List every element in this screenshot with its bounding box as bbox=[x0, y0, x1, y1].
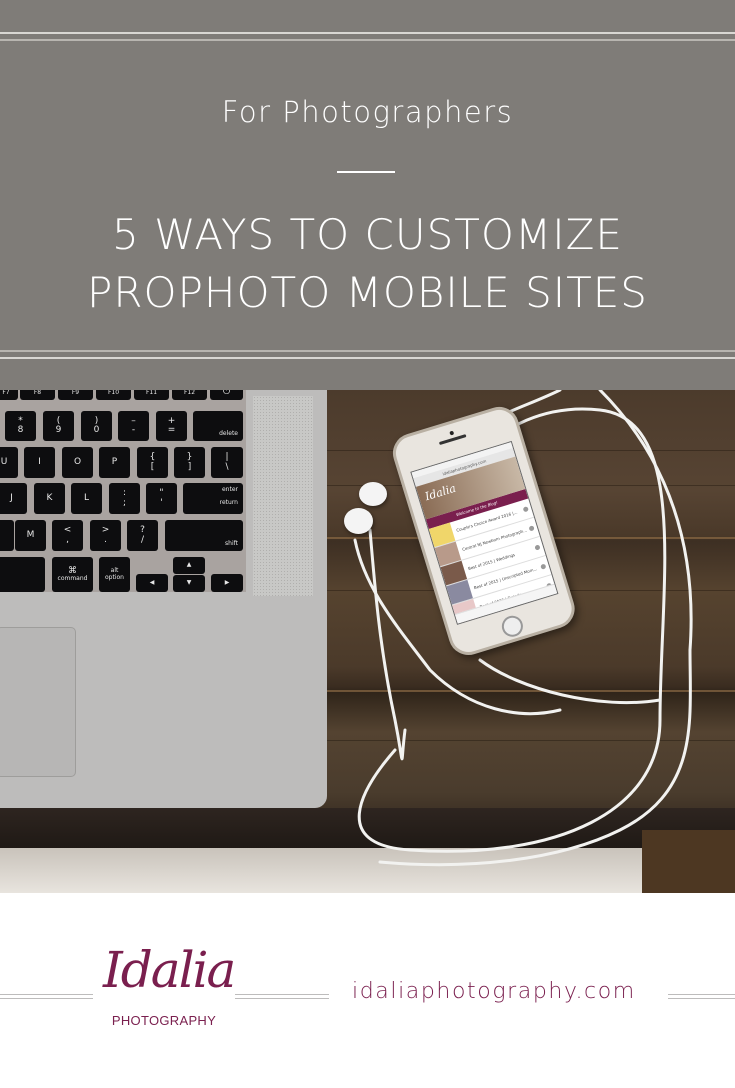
power-icon: ⏻ bbox=[210, 390, 243, 400]
key-space bbox=[0, 557, 45, 592]
arrow-left-key: ◀ bbox=[136, 574, 168, 592]
key-minus: – - bbox=[118, 411, 149, 441]
floor-shadow bbox=[642, 830, 735, 893]
key-equals: + = bbox=[156, 411, 187, 441]
chevron-icon bbox=[528, 525, 535, 532]
key-u: U bbox=[0, 447, 18, 478]
key-quote: " ' bbox=[146, 483, 177, 514]
phone-home-button bbox=[499, 613, 526, 640]
chevron-icon bbox=[540, 563, 547, 570]
footer-divider-line bbox=[0, 998, 93, 999]
key-backslash: | \ bbox=[211, 447, 243, 478]
chevron-icon bbox=[534, 544, 541, 551]
earbud bbox=[344, 508, 373, 534]
key-9: (9 bbox=[43, 411, 74, 441]
key-k: K bbox=[34, 483, 65, 514]
footer-divider-line bbox=[235, 994, 329, 995]
key-semicolon: :; bbox=[109, 483, 140, 514]
keyboard: F7 F8 F9 F10 F11 F12 ⏻ * 8 (9 ) 0 – - + = de… bbox=[0, 390, 246, 592]
hero-photo: F7 F8 F9 F10 F11 F12 ⏻ * 8 (9 ) 0 – - + = de… bbox=[0, 390, 735, 893]
key-f11: F11 bbox=[134, 390, 169, 400]
phone-screen: idaliaphotography.com Idalia Welcome to … bbox=[410, 440, 559, 625]
arrow-down-key: ▼ bbox=[173, 575, 205, 592]
key-f7: F7 bbox=[0, 390, 18, 400]
key-l: L bbox=[71, 483, 102, 514]
key-open-bracket: {[ bbox=[137, 447, 168, 478]
phone-logo: Idalia bbox=[423, 481, 458, 504]
key-option: alt option bbox=[99, 557, 130, 592]
key-f10: F10 bbox=[96, 390, 131, 400]
key-f12: F12 bbox=[172, 390, 207, 400]
key-command: ⌘ command bbox=[52, 557, 93, 592]
key-return: enter return bbox=[183, 483, 243, 514]
key-delete: delete bbox=[193, 411, 243, 441]
phone-speaker bbox=[438, 434, 467, 446]
header-banner: For Photographers 5 WAYS TO CUSTOMIZE PR… bbox=[0, 0, 735, 390]
key-period: >. bbox=[90, 520, 121, 551]
wood-grain bbox=[327, 740, 735, 741]
smartphone: idaliaphotography.com Idalia Welcome to … bbox=[383, 401, 580, 662]
key-close-bracket: }] bbox=[174, 447, 205, 478]
bottom-divider-line bbox=[0, 357, 735, 359]
bottom-divider-line bbox=[0, 350, 735, 352]
arrow-right-key: ▶ bbox=[211, 574, 243, 592]
arrow-up-key: ▲ bbox=[173, 557, 205, 574]
laptop: F7 F8 F9 F10 F11 F12 ⏻ * 8 (9 ) 0 – - + = de… bbox=[0, 390, 327, 808]
brand-logo[interactable]: Idalia bbox=[103, 945, 236, 995]
top-divider-line bbox=[0, 32, 735, 34]
key-o: O bbox=[62, 447, 93, 478]
footer-divider-line bbox=[0, 994, 93, 995]
phone-camera bbox=[449, 430, 455, 436]
key-0: ) 0 bbox=[81, 411, 112, 441]
kicker-text: For Photographers bbox=[221, 95, 514, 129]
key-f8: F8 bbox=[20, 390, 55, 400]
speaker-grille bbox=[253, 396, 313, 596]
phone-body: idaliaphotography.com Idalia Welcome to … bbox=[388, 401, 580, 660]
top-divider-line bbox=[0, 39, 735, 41]
key-slash: ? / bbox=[127, 520, 158, 551]
table-edge bbox=[0, 808, 735, 848]
footer-divider-line bbox=[235, 998, 329, 999]
title-line-2: PROPHOTO MOBILE SITES bbox=[87, 268, 648, 317]
chevron-icon bbox=[522, 506, 529, 513]
trackpad bbox=[0, 627, 76, 777]
key-comma: <, bbox=[52, 520, 83, 551]
title-line-1: 5 WAYS TO CUSTOMIZE bbox=[112, 210, 623, 259]
key-p: P bbox=[99, 447, 130, 478]
footer-divider-line bbox=[668, 994, 735, 995]
title-separator bbox=[337, 171, 395, 173]
plank-seam bbox=[327, 690, 735, 692]
key-m: M bbox=[15, 520, 46, 551]
key-n bbox=[0, 520, 14, 551]
floor bbox=[0, 848, 735, 893]
brand-logo-subtitle: PHOTOGRAPHY bbox=[111, 1013, 217, 1028]
footer-divider-line bbox=[668, 998, 735, 999]
key-f9: F9 bbox=[58, 390, 93, 400]
key-shift: shift bbox=[165, 520, 243, 551]
website-link[interactable]: idaliaphotography.com bbox=[352, 979, 636, 1004]
footer: Idalia PHOTOGRAPHY idaliaphotography.com bbox=[0, 893, 735, 1088]
key-j: J bbox=[0, 483, 27, 514]
key-8: * 8 bbox=[5, 411, 36, 441]
key-i: I bbox=[24, 447, 55, 478]
